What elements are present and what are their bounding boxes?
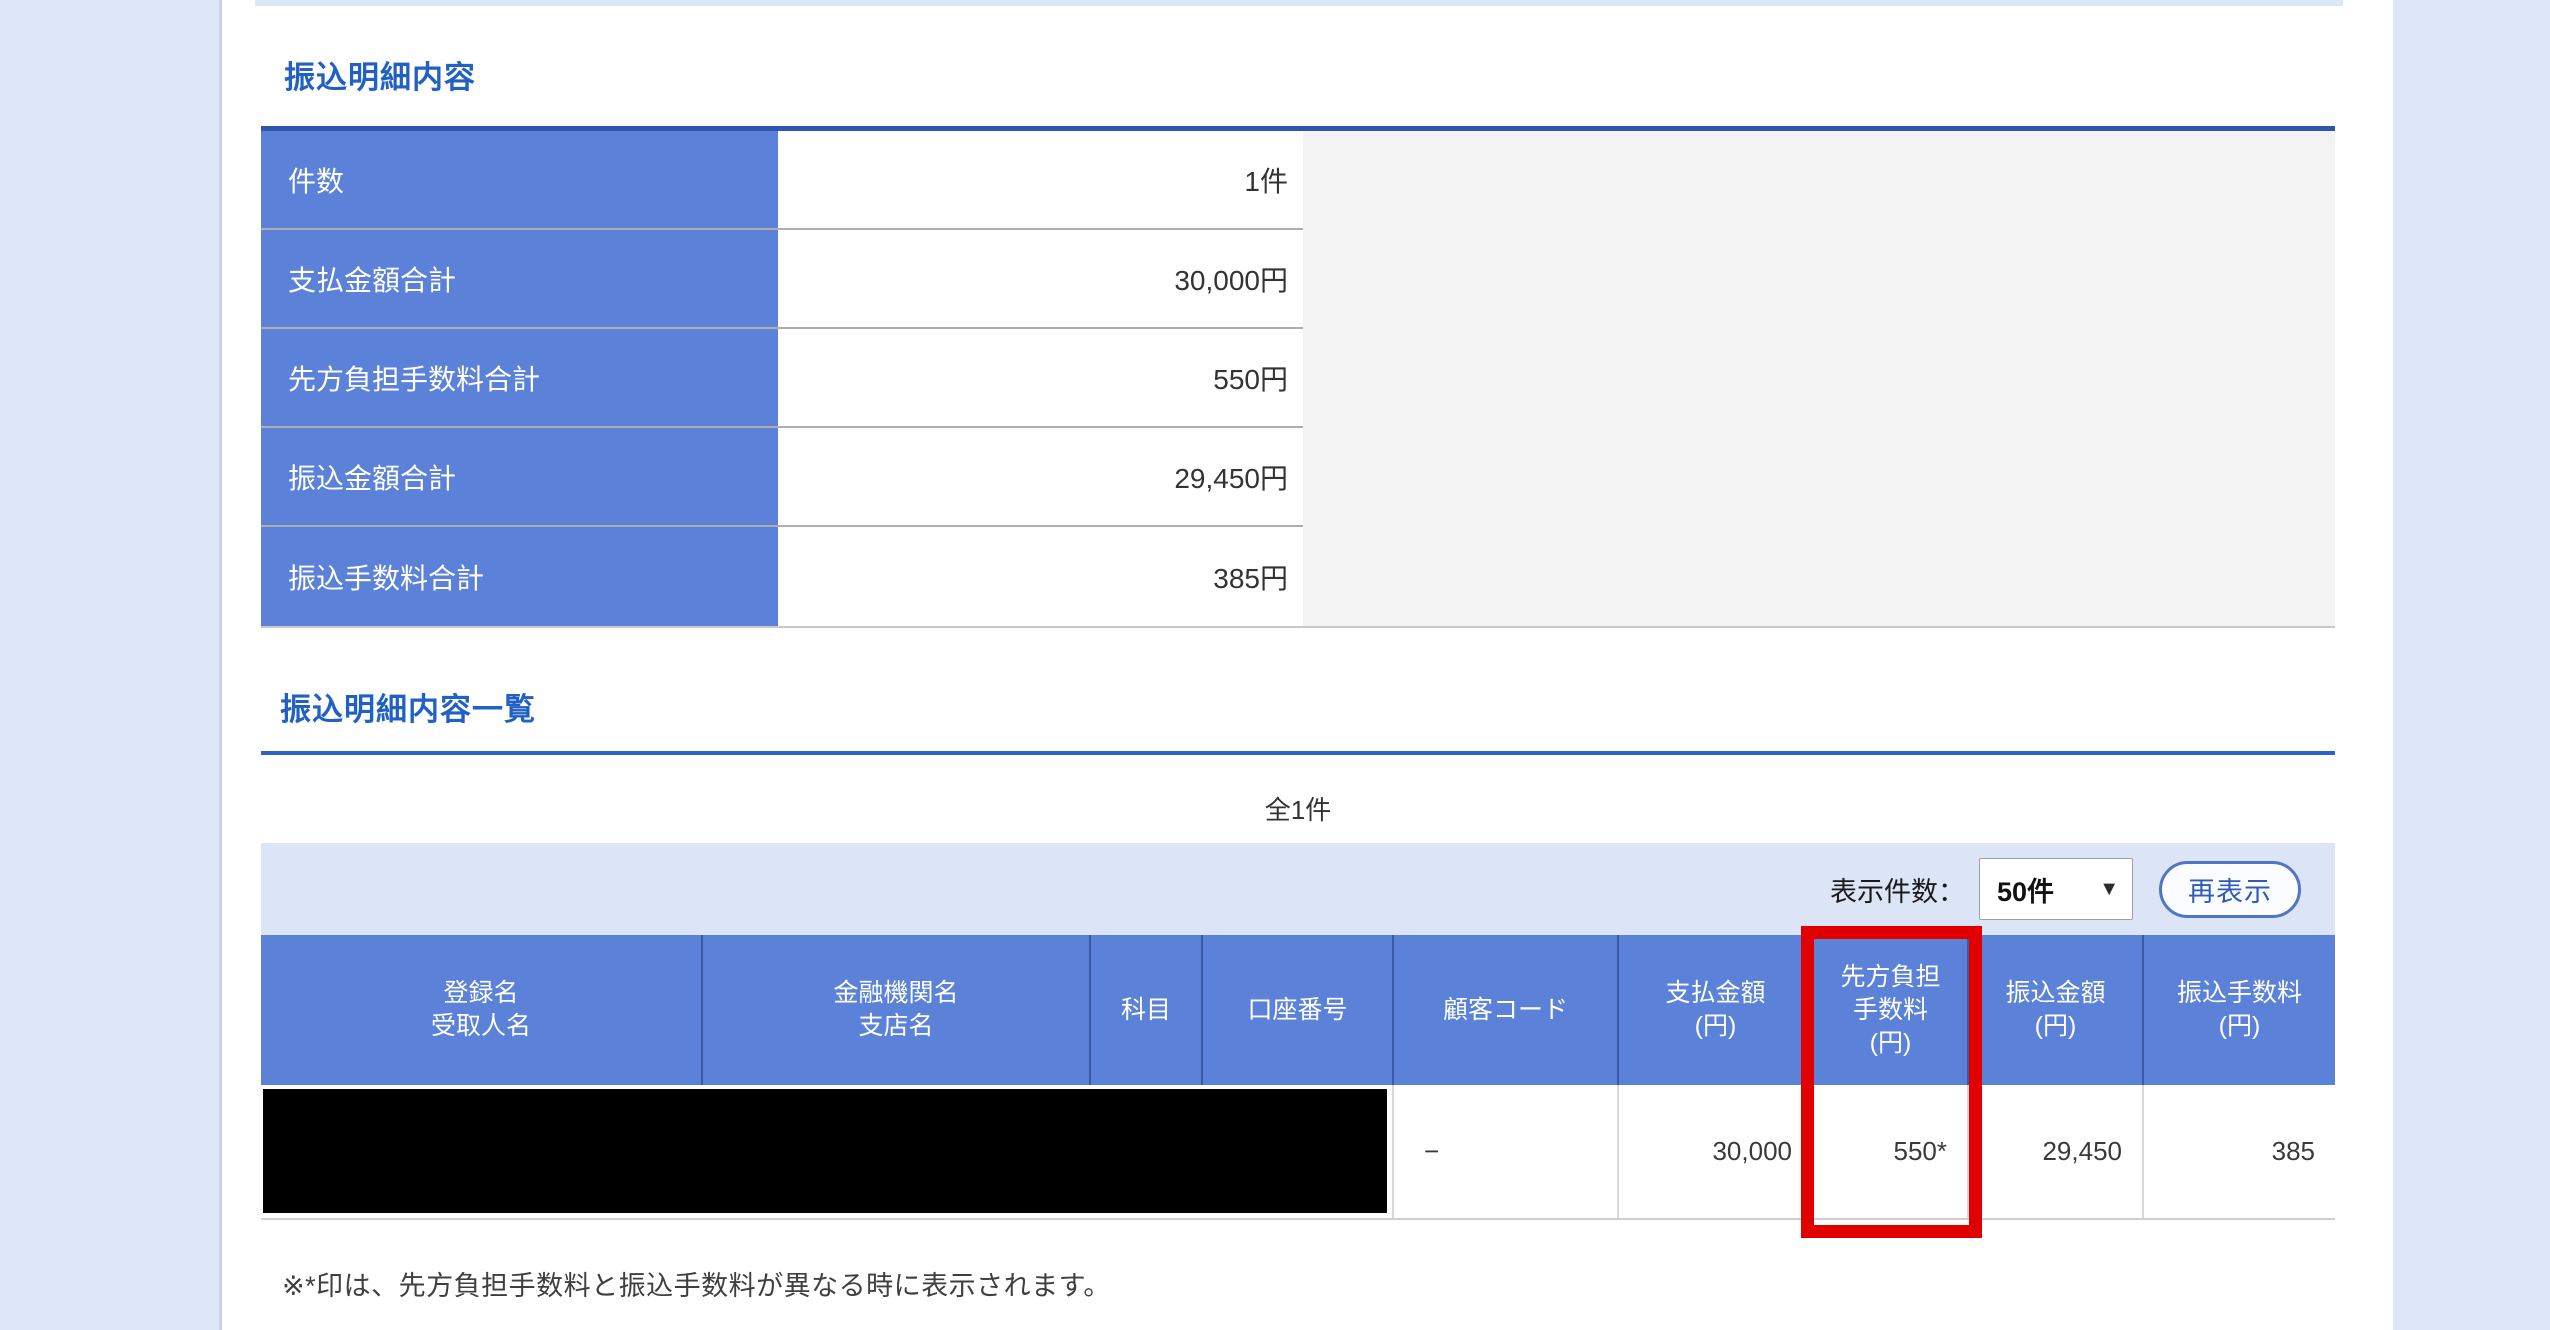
summary-table: 件数 1件 支払金額合計 30,000円 先方負担手数料合計 550円 振込金額… [261,126,2335,628]
display-count-label: 表示件数： [1830,870,1965,909]
page-size-value: 50件 [1997,870,2054,909]
summary-row-label: 先方負担手数料合計 [261,329,778,426]
header-financial-institution: 金融機関名 支店名 [703,935,1091,1085]
summary-row: 振込金額合計 29,450円 [261,428,1303,527]
header-customer-code: 顧客コード [1394,935,1619,1085]
summary-row-label: 振込手数料合計 [261,527,778,626]
redacted-block [263,1089,1387,1213]
summary-row: 先方負担手数料合計 550円 [261,329,1303,428]
summary-row-label: 件数 [261,131,778,228]
beneficiary-fee-cell: 550* [1814,1085,1969,1218]
details-table: 登録名 受取人名 金融機関名 支店名 科目 口座番号 顧客コード 支払金額 (円… [261,935,2335,1220]
header-transfer-amount: 振込金額 (円) [1969,935,2144,1085]
header-account-type: 科目 [1091,935,1203,1085]
payment-amount-cell: 30,000 [1619,1085,1814,1218]
summary-row-label: 振込金額合計 [261,428,778,525]
list-section-title: 振込明細内容一覧 [280,684,536,729]
total-count: 全1件 [261,790,2335,827]
summary-table-inner: 件数 1件 支払金額合計 30,000円 先方負担手数料合計 550円 振込金額… [261,131,1303,626]
details-table-row: − 30,000 550* 29,450 385 [261,1085,2335,1220]
footnote: ※*印は、先方負担手数料と振込手数料が異なる時に表示されます。 [282,1264,1111,1303]
header-registered-name: 登録名 受取人名 [261,935,703,1085]
header-beneficiary-fee: 先方負担 手数料 (円) [1814,935,1969,1085]
summary-row: 支払金額合計 30,000円 [261,230,1303,329]
summary-row-value: 29,450円 [778,428,1303,525]
dropdown-caret-icon: ▼ [2099,878,2119,901]
transfer-fee-cell: 385 [2144,1085,2335,1218]
page-size-select[interactable]: 50件 ▼ [1979,858,2133,920]
summary-row-value: 30,000円 [778,230,1303,327]
redisplay-button[interactable]: 再表示 [2159,861,2301,918]
content-panel: 振込明細内容 件数 1件 支払金額合計 30,000円 先方負担手数料合計 55… [219,0,2393,1330]
summary-row-label: 支払金額合計 [261,230,778,327]
list-toolbar: 表示件数： 50件 ▼ 再表示 [261,843,2335,935]
transfer-amount-cell: 29,450 [1969,1085,2144,1218]
summary-row: 件数 1件 [261,131,1303,230]
customer-code-cell: − [1394,1085,1619,1218]
top-divider-strip [255,0,2343,6]
header-account-number: 口座番号 [1203,935,1394,1085]
summary-row: 振込手数料合計 385円 [261,527,1303,626]
summary-row-value: 1件 [778,131,1303,228]
summary-section-title: 振込明細内容 [284,52,476,97]
redacted-cell [261,1085,1394,1218]
summary-row-value: 550円 [778,329,1303,426]
header-transfer-fee: 振込手数料 (円) [2144,935,2335,1085]
details-table-header: 登録名 受取人名 金融機関名 支店名 科目 口座番号 顧客コード 支払金額 (円… [261,935,2335,1085]
header-payment-amount: 支払金額 (円) [1619,935,1814,1085]
summary-row-value: 385円 [778,527,1303,626]
section-divider [261,751,2335,755]
